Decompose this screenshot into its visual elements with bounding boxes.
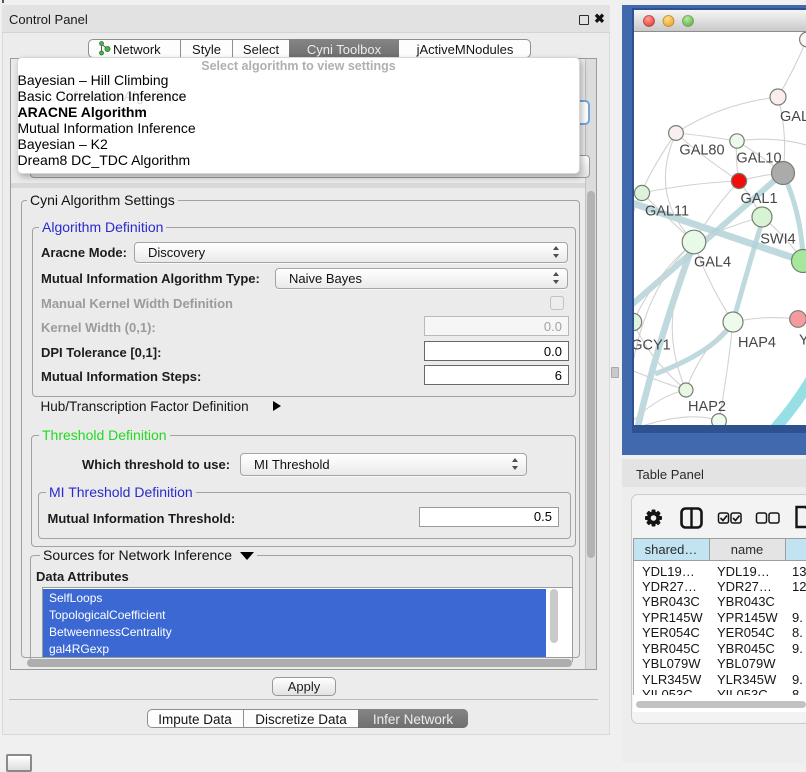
svg-text:GAL11: GAL11 bbox=[645, 204, 689, 220]
svg-text:GAL10: GAL10 bbox=[736, 151, 781, 167]
svg-text:HAP4: HAP4 bbox=[738, 335, 776, 351]
svg-text:GAL4: GAL4 bbox=[694, 255, 731, 271]
svg-text:GAL1: GAL1 bbox=[740, 191, 777, 207]
svg-text:GCY1: GCY1 bbox=[634, 338, 671, 354]
svg-text:HAP2: HAP2 bbox=[688, 399, 726, 415]
svg-text:GAL80: GAL80 bbox=[679, 143, 724, 159]
svg-text:SWI4: SWI4 bbox=[760, 232, 795, 248]
svg-text:GAL7: GAL7 bbox=[780, 109, 806, 125]
svg-text:YJ: YJ bbox=[799, 333, 806, 349]
